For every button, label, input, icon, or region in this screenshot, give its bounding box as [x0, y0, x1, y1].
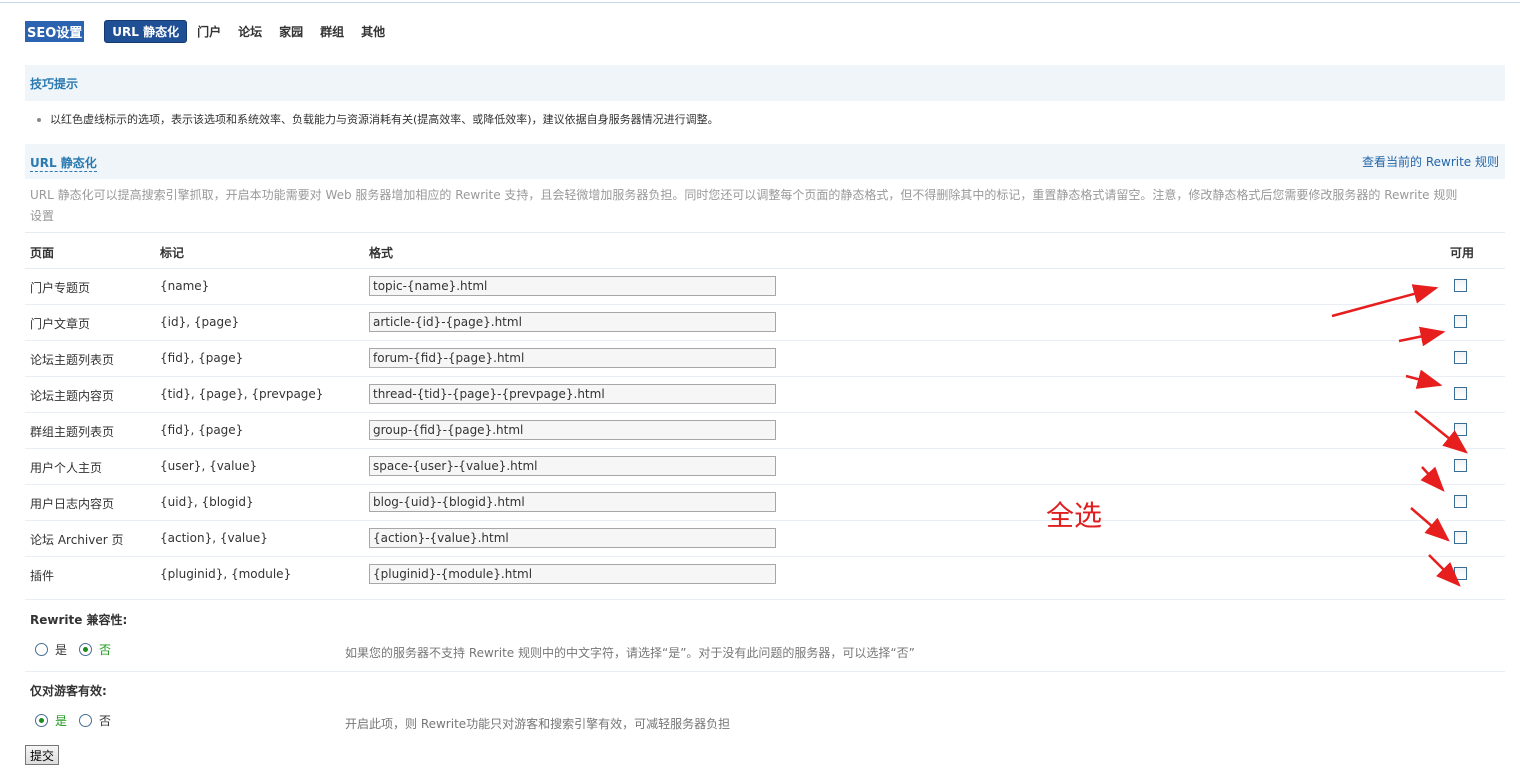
arrow-icon: [1410, 507, 1450, 542]
arrow-icon: [1420, 466, 1445, 492]
arrow-icon: [1414, 410, 1468, 454]
arrow-icon: [1398, 326, 1446, 347]
annotation-arrows: [1331, 284, 1468, 587]
arrow-icon: [1331, 284, 1439, 318]
arrow-icon: [1405, 369, 1443, 389]
arrow-icon: [1428, 554, 1461, 587]
